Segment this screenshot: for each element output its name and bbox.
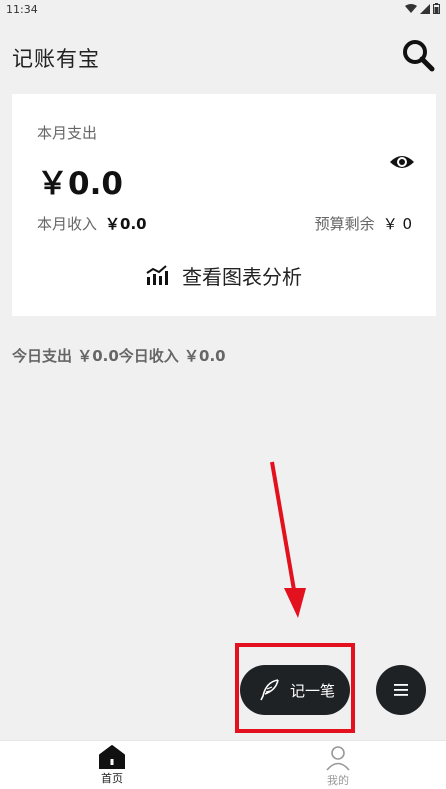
battery-icon — [433, 3, 440, 14]
record-entry-button[interactable]: 记一笔 — [240, 665, 350, 715]
month-expense-value: ￥0.0 — [37, 166, 123, 202]
chart-analysis-icon — [146, 265, 168, 285]
eye-icon — [390, 156, 414, 168]
signal-icon — [420, 3, 430, 14]
view-chart-analysis-label: 查看图表分析 — [182, 264, 302, 289]
toggle-visibility-button[interactable] — [388, 150, 416, 174]
status-time: 11:34 — [6, 3, 38, 16]
nav-home-label: 首页 — [101, 772, 123, 785]
search-icon — [403, 40, 435, 72]
month-income-label: 本月收入 — [37, 215, 98, 233]
wifi-icon — [405, 3, 417, 13]
home-icon — [99, 745, 125, 769]
app-title: 记账有宝 — [12, 47, 100, 71]
menu-icon — [394, 684, 408, 696]
nav-mine-label: 我的 — [327, 774, 349, 787]
status-bar: 11:34 — [0, 0, 446, 20]
monthly-summary-card: 本月支出 ￥0.0 本月收入 ￥0.0 预算剩余 ￥ 0 查看图表分析 — [12, 94, 436, 316]
view-chart-analysis-button[interactable]: 查看图表分析 — [12, 260, 436, 290]
month-expense-label: 本月支出 — [37, 124, 98, 142]
budget-remaining-label: 预算剩余 — [314, 215, 375, 233]
budget-remaining-row: 预算剩余 ￥ 0 — [315, 213, 412, 234]
status-icons — [405, 3, 440, 14]
nav-mine[interactable]: 我的 — [298, 745, 378, 789]
search-button[interactable] — [400, 37, 436, 73]
today-summary: 今日支出 ￥0.0今日收入 ￥0.0 — [12, 347, 226, 365]
record-entry-label: 记一笔 — [290, 681, 336, 700]
month-income-value: ￥0.0 — [105, 215, 147, 233]
bottom-navigation: 首页 我的 — [0, 740, 446, 789]
budget-remaining-value: ￥ 0 — [382, 215, 412, 233]
feather-pen-icon — [260, 679, 279, 701]
nav-home[interactable]: 首页 — [72, 745, 152, 789]
app-bar: 记账有宝 — [0, 22, 446, 92]
user-icon — [326, 746, 350, 771]
menu-button[interactable] — [376, 665, 426, 715]
month-income-row: 本月收入 ￥0.0 — [37, 213, 147, 234]
